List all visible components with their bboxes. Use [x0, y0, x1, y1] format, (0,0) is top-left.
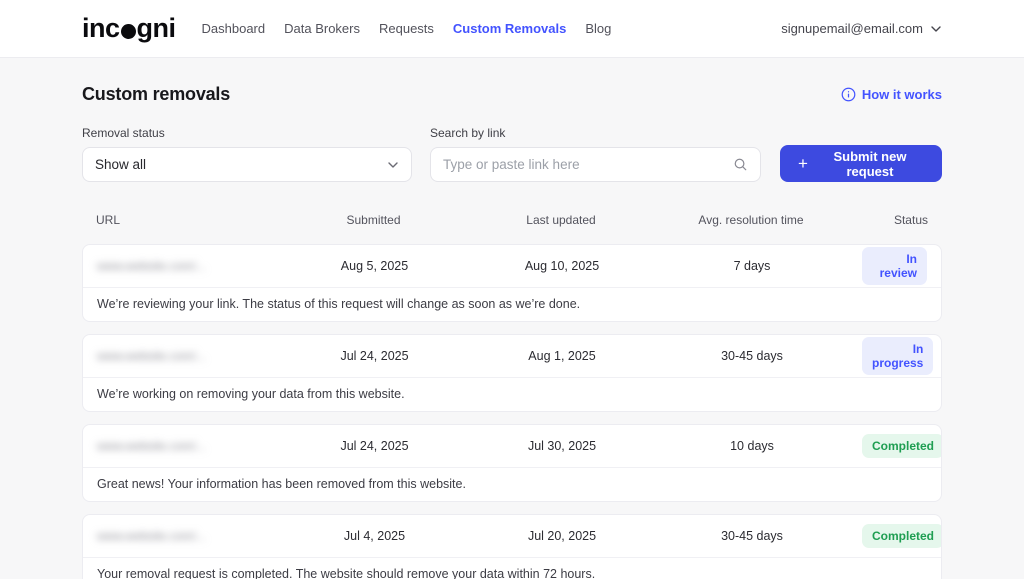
table-row[interactable]: www.website.com/... Aug 5, 2025 Aug 10, …	[82, 244, 942, 322]
avg-resolution-time: 30-45 days	[642, 349, 862, 363]
status-badge: Completed	[862, 434, 942, 458]
nav-item-blog[interactable]: Blog	[585, 21, 611, 36]
column-header-avg-resolution-time: Avg. resolution time	[641, 213, 861, 227]
logo-text-post: gni	[137, 13, 176, 44]
submitted-date: Jul 24, 2025	[267, 349, 482, 363]
url-redacted: www.website.com/...	[97, 529, 267, 543]
status-badge: In progress	[862, 337, 933, 375]
search-by-link-label: Search by link	[430, 126, 761, 140]
search-input[interactable]	[443, 157, 733, 172]
plus-icon: +	[798, 155, 808, 172]
avg-resolution-time: 7 days	[642, 259, 862, 273]
table-row[interactable]: www.website.com/... Jul 24, 2025 Jul 30,…	[82, 424, 942, 502]
nav-item-custom-removals[interactable]: Custom Removals	[453, 21, 566, 36]
search-icon	[733, 157, 748, 172]
custom-removals-page: Custom removals How it works Removal sta…	[82, 84, 942, 579]
submit-new-request-button[interactable]: + Submit new request	[780, 145, 942, 182]
top-navigation-bar: incgni Dashboard Data Brokers Requests Cust…	[0, 0, 1024, 58]
search-box	[430, 147, 761, 182]
nav-item-data-brokers[interactable]: Data Brokers	[284, 21, 360, 36]
submit-new-request-label: Submit new request	[816, 149, 924, 179]
url-redacted: www.website.com/...	[97, 259, 267, 273]
removal-status-select[interactable]: Show all	[82, 147, 412, 182]
table-row[interactable]: www.website.com/... Jul 4, 2025 Jul 20, …	[82, 514, 942, 579]
table-header-row: URL Submitted Last updated Avg. resoluti…	[82, 205, 942, 235]
column-header-submitted: Submitted	[266, 213, 481, 227]
last-updated-date: Jul 20, 2025	[482, 529, 642, 543]
logo-text-pre: inc	[82, 13, 120, 44]
table-row[interactable]: www.website.com/... Jul 24, 2025 Aug 1, …	[82, 334, 942, 412]
removal-status-value: Show all	[95, 157, 146, 172]
avg-resolution-time: 30-45 days	[642, 529, 862, 543]
page-title: Custom removals	[82, 84, 230, 105]
removal-status-field: Removal status Show all	[82, 126, 412, 182]
chevron-down-icon	[387, 159, 399, 171]
url-redacted: www.website.com/...	[97, 439, 267, 453]
submitted-date: Aug 5, 2025	[267, 259, 482, 273]
status-message: Great news! Your information has been re…	[83, 468, 941, 501]
status-badge: Completed	[862, 524, 942, 548]
avg-resolution-time: 10 days	[642, 439, 862, 453]
nav-item-requests[interactable]: Requests	[379, 21, 434, 36]
url-redacted: www.website.com/...	[97, 349, 267, 363]
removal-status-label: Removal status	[82, 126, 412, 140]
submitted-date: Jul 4, 2025	[267, 529, 482, 543]
column-header-last-updated: Last updated	[481, 213, 641, 227]
logo-dot-icon	[121, 24, 136, 39]
removal-requests-list: www.website.com/... Aug 5, 2025 Aug 10, …	[82, 244, 942, 579]
column-header-url: URL	[96, 213, 266, 227]
last-updated-date: Aug 10, 2025	[482, 259, 642, 273]
status-message: We’re reviewing your link. The status of…	[83, 288, 941, 321]
search-by-link-field: Search by link	[430, 126, 761, 182]
submitted-date: Jul 24, 2025	[267, 439, 482, 453]
info-icon	[841, 87, 856, 102]
last-updated-date: Aug 1, 2025	[482, 349, 642, 363]
incogni-logo[interactable]: incgni	[82, 13, 176, 44]
last-updated-date: Jul 30, 2025	[482, 439, 642, 453]
nav-item-dashboard[interactable]: Dashboard	[202, 21, 266, 36]
account-email: signupemail@email.com	[781, 21, 923, 36]
account-menu[interactable]: signupemail@email.com	[781, 21, 942, 36]
status-message: Your removal request is completed. The w…	[83, 558, 941, 579]
chevron-down-icon	[930, 23, 942, 35]
main-nav: Dashboard Data Brokers Requests Custom Remo…	[202, 21, 612, 36]
status-message: We’re working on removing your data from…	[83, 378, 941, 411]
column-header-status: Status	[861, 213, 928, 227]
how-it-works-label: How it works	[862, 87, 942, 102]
status-badge: In review	[862, 247, 927, 285]
how-it-works-link[interactable]: How it works	[841, 87, 942, 102]
